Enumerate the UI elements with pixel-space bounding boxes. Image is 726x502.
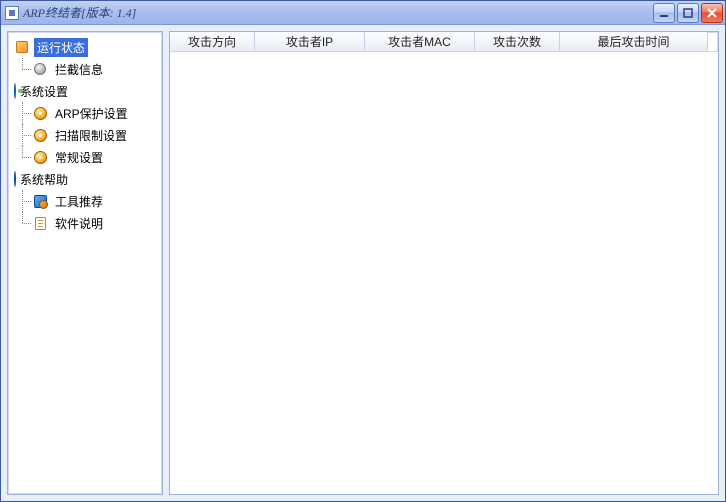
col-attack-count[interactable]: 攻击次数 — [475, 32, 560, 51]
tools-icon — [32, 193, 48, 209]
list-body[interactable] — [170, 52, 718, 494]
maximize-button[interactable] — [677, 3, 699, 23]
status-icon — [14, 39, 30, 55]
tree-connector — [14, 212, 32, 234]
tree-section-status[interactable]: 运行状态 — [10, 36, 160, 58]
tree-label: 运行状态 — [34, 38, 88, 57]
app-icon — [5, 6, 19, 20]
tree-item-tool-recommend[interactable]: 工具推荐 — [10, 190, 160, 212]
tree-connector — [14, 190, 32, 212]
close-icon — [707, 8, 717, 18]
client-area: 运行状态 拦截信息 系统设置 — [1, 25, 725, 501]
tree-label: 拦截信息 — [52, 60, 106, 79]
window-controls — [653, 3, 723, 23]
tree-section-help[interactable]: 系统帮助 — [10, 168, 160, 190]
intercept-icon — [32, 61, 48, 77]
tree-item-intercept[interactable]: 拦截信息 — [10, 58, 160, 80]
doc-icon — [32, 215, 48, 231]
tree-connector — [14, 146, 32, 168]
tree-label: 系统帮助 — [20, 171, 68, 188]
tree-label: 系统设置 — [20, 83, 68, 100]
tree-root: 运行状态 拦截信息 系统设置 — [10, 36, 160, 234]
col-last-attack-time[interactable]: 最后攻击时间 — [560, 32, 708, 51]
gear-icon — [32, 127, 48, 143]
tree-label: ARP保护设置 — [52, 104, 131, 123]
tree-label: 常规设置 — [52, 148, 106, 167]
col-attacker-ip[interactable]: 攻击者IP — [255, 32, 365, 51]
tree-connector — [14, 58, 32, 80]
gear-icon — [32, 105, 48, 121]
gear-icon — [32, 149, 48, 165]
tree-item-arp-protection[interactable]: ARP保护设置 — [10, 102, 160, 124]
minimize-icon — [659, 8, 669, 18]
sidebar-tree[interactable]: 运行状态 拦截信息 系统设置 — [7, 31, 163, 495]
maximize-icon — [683, 8, 693, 18]
tree-item-scan-limit[interactable]: 扫描限制设置 — [10, 124, 160, 146]
tree-connector — [14, 124, 32, 146]
app-window: ARP终结者[版本: 1.4] 运行状态 — [0, 0, 726, 502]
window-title: ARP终结者[版本: 1.4] — [23, 4, 653, 21]
tree-label: 工具推荐 — [52, 192, 106, 211]
tree-item-general-settings[interactable]: 常规设置 — [10, 146, 160, 168]
tree-label: 软件说明 — [52, 214, 106, 233]
col-attacker-mac[interactable]: 攻击者MAC — [365, 32, 475, 51]
titlebar[interactable]: ARP终结者[版本: 1.4] — [1, 1, 725, 25]
minimize-button[interactable] — [653, 3, 675, 23]
tree-section-settings[interactable]: 系统设置 — [10, 80, 160, 102]
tree-label: 扫描限制设置 — [52, 126, 130, 145]
globe-icon — [14, 84, 16, 98]
tree-item-software-notes[interactable]: 软件说明 — [10, 212, 160, 234]
close-button[interactable] — [701, 3, 723, 23]
tree-connector — [14, 102, 32, 124]
main-list: 攻击方向 攻击者IP 攻击者MAC 攻击次数 最后攻击时间 — [169, 31, 719, 495]
column-headers: 攻击方向 攻击者IP 攻击者MAC 攻击次数 最后攻击时间 — [170, 32, 718, 52]
col-attack-direction[interactable]: 攻击方向 — [170, 32, 255, 51]
globe2-icon — [14, 172, 16, 186]
